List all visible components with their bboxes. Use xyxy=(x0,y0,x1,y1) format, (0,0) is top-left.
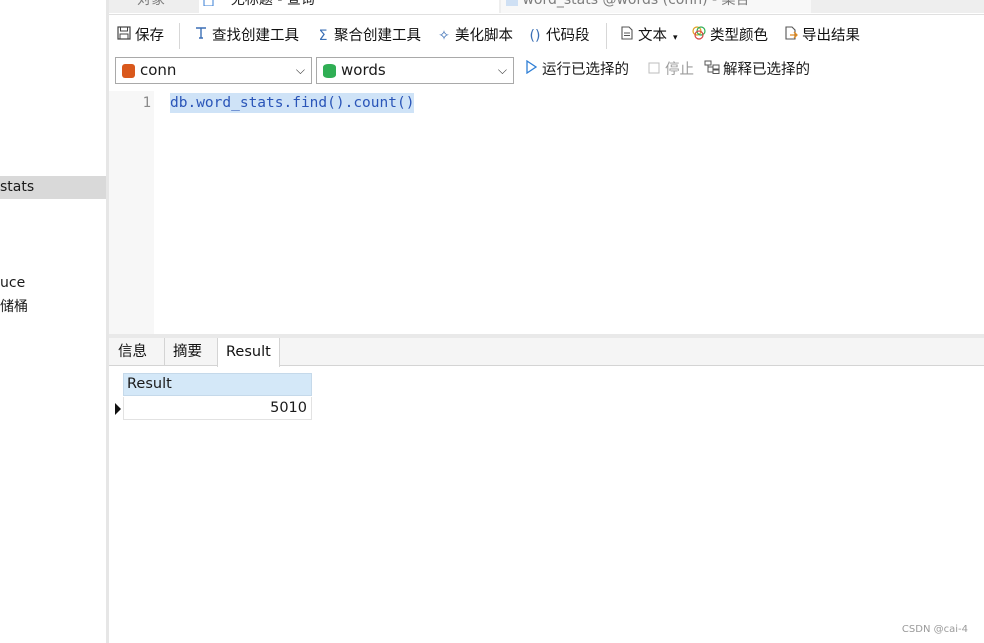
filter-icon xyxy=(192,25,210,47)
column-header-result[interactable]: Result xyxy=(123,373,312,396)
stop-button[interactable]: 停止 xyxy=(646,59,694,81)
snippet-button[interactable]: () 代码段 xyxy=(526,25,590,47)
tab-bar: 对象 * 无标题 - 查询 word_stats @words (conn) -… xyxy=(109,0,984,13)
explain-tree-icon xyxy=(704,59,720,81)
toolbar-divider xyxy=(179,23,180,49)
navigator-item-label: 储桶 xyxy=(0,299,28,315)
export-results-button[interactable]: 导出结果 xyxy=(782,25,860,47)
brackets-icon: () xyxy=(529,28,541,44)
navigator-item-reduce[interactable]: uce xyxy=(0,272,106,295)
save-icon xyxy=(115,25,133,47)
line-number: 1 xyxy=(142,95,151,111)
main-toolbar: 保存 查找创建工具 Σ 聚合创建工具 ✧ 美化脚本 () 代码段 文本 ▾ 类型颜色 导… xyxy=(109,14,984,56)
navigator-item-label: uce xyxy=(0,275,26,291)
find-builder-button[interactable]: 查找创建工具 xyxy=(192,25,299,47)
aggregate-builder-button[interactable]: Σ 聚合创建工具 xyxy=(314,25,421,47)
magic-wand-icon: ✧ xyxy=(438,28,450,44)
navigator-item-stats[interactable]: stats xyxy=(0,176,106,199)
query-toolbar: conn ⌵ words ⌵ 运行已选择的 停止 解释已选择的 xyxy=(109,56,984,91)
explain-selected-button[interactable]: 解释已选择的 xyxy=(704,59,810,81)
database-select[interactable]: words ⌵ xyxy=(316,57,514,84)
chevron-down-icon: ⌵ xyxy=(295,63,305,77)
chevron-down-icon: ⌵ xyxy=(497,63,507,77)
color-circles-icon xyxy=(690,25,708,48)
current-row-arrow-icon xyxy=(115,403,121,415)
play-icon xyxy=(523,59,539,81)
code-line[interactable]: db.word_stats.find().count() xyxy=(170,93,415,113)
tab-info[interactable]: 信息 xyxy=(110,338,155,366)
line-gutter: 1 xyxy=(109,91,154,334)
tab-result[interactable]: Result xyxy=(217,338,280,367)
result-grid: Result 5010 CSDN @cai-4 xyxy=(109,367,984,643)
navigator-item-label: stats xyxy=(0,179,35,195)
query-editor: 1 db.word_stats.find().count() xyxy=(109,91,984,334)
beautify-button[interactable]: ✧ 美化脚本 xyxy=(435,25,513,47)
code-area[interactable]: db.word_stats.find().count() xyxy=(154,91,984,334)
row-indicator[interactable] xyxy=(111,397,123,420)
type-color-button[interactable]: 类型颜色 xyxy=(690,25,768,47)
collection-icon xyxy=(506,0,518,6)
run-selected-button[interactable]: 运行已选择的 xyxy=(523,59,629,81)
chevron-down-icon: ▾ xyxy=(673,33,678,43)
save-button[interactable]: 保存 xyxy=(115,25,164,47)
table-cell[interactable]: 5010 xyxy=(123,397,312,420)
tab-objects[interactable]: 对象 xyxy=(137,0,197,13)
watermark: CSDN @cai-4 xyxy=(901,624,968,635)
sigma-icon: Σ xyxy=(318,28,328,44)
document-icon xyxy=(618,25,636,47)
connection-select[interactable]: conn ⌵ xyxy=(115,57,312,84)
database-icon xyxy=(323,64,336,78)
query-icon xyxy=(203,0,215,7)
tab-summary[interactable]: 摘要 xyxy=(164,338,210,366)
mongodb-icon xyxy=(122,64,135,78)
stop-icon xyxy=(646,59,662,81)
toolbar-divider xyxy=(606,23,607,49)
export-icon xyxy=(782,25,800,47)
result-tabs: 信息 摘要 Result xyxy=(109,338,984,367)
text-view-button[interactable]: 文本 ▾ xyxy=(618,25,678,47)
navigator-item-buckets[interactable]: 储桶 xyxy=(0,296,106,319)
tab-collection[interactable]: word_stats @words (conn) - 集合 xyxy=(501,0,811,13)
app-window: stats uce 储桶 对象 * 无标题 - 查询 word_stats @w… xyxy=(0,0,984,643)
tab-untitled-query[interactable]: * 无标题 - 查询 xyxy=(199,0,499,13)
navigator-pane: stats uce 储桶 xyxy=(0,0,106,643)
